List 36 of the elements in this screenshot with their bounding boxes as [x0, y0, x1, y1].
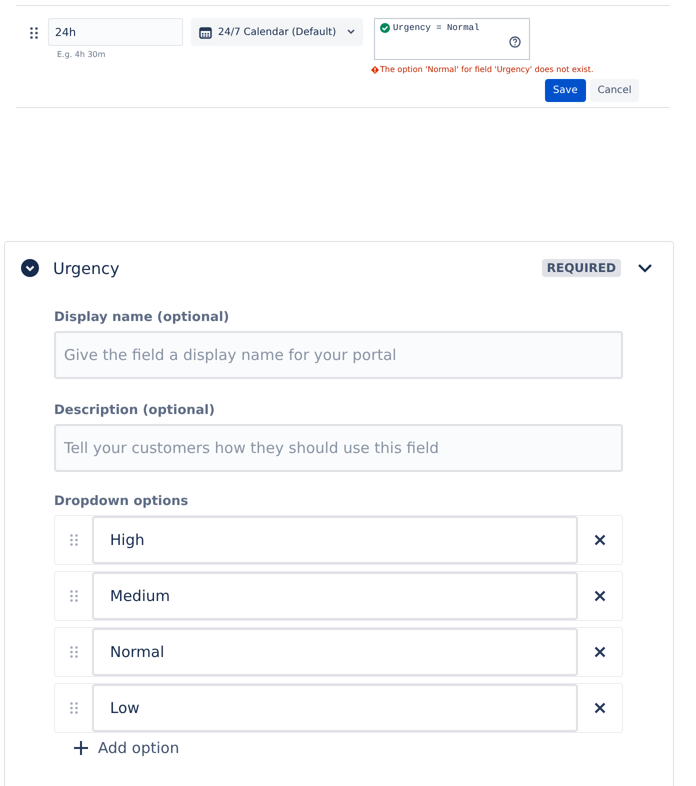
- close-icon: [594, 702, 606, 714]
- option-field[interactable]: Low: [92, 684, 578, 732]
- drag-handle-icon[interactable]: [70, 590, 78, 602]
- close-icon: [594, 534, 606, 546]
- close-icon: [594, 646, 606, 658]
- drag-handle-icon[interactable]: [30, 27, 38, 39]
- required-badge: REQUIRED: [542, 259, 621, 277]
- chevron-down-icon: [347, 29, 355, 35]
- add-option-button[interactable]: Add option: [74, 739, 180, 757]
- hint-text: E.g. 4h 30m: [57, 50, 106, 59]
- error-message: The option 'Normal' for field 'Urgency' does not exist.: [380, 65, 594, 74]
- cancel-button[interactable]: Cancel: [590, 79, 640, 102]
- display-name-field[interactable]: Give the field a display name for your portal: [54, 331, 623, 379]
- error-icon: [371, 66, 379, 74]
- chevron-down-icon[interactable]: [637, 263, 653, 273]
- field-label: Dropdown options: [54, 494, 190, 509]
- description-field[interactable]: Tell your customers how they should use this field: [54, 424, 623, 472]
- field-label: Description (optional): [54, 403, 216, 418]
- save-button[interactable]: Save: [545, 79, 586, 102]
- drag-handle-icon[interactable]: [70, 702, 78, 714]
- field-title: Urgency: [53, 258, 120, 278]
- drag-handle-icon[interactable]: [70, 534, 78, 546]
- option-field[interactable]: Normal: [92, 628, 578, 676]
- close-icon: [594, 590, 606, 602]
- duration-field[interactable]: 24h: [48, 18, 183, 46]
- help-icon: [509, 36, 521, 48]
- condition-field[interactable]: Urgency = Normal: [374, 18, 530, 60]
- chevron-circle-icon[interactable]: [21, 259, 39, 277]
- option-field[interactable]: High: [92, 516, 578, 564]
- drag-handle-icon[interactable]: [70, 646, 78, 658]
- option-field[interactable]: Medium: [92, 572, 578, 620]
- calendar-icon: [199, 26, 212, 38]
- condition-text: Urgency = Normal: [393, 23, 480, 33]
- calendar-select[interactable]: 24/7 Calendar (Default): [191, 18, 363, 46]
- plus-icon: [74, 741, 88, 755]
- field-label: Display name (optional): [54, 310, 230, 325]
